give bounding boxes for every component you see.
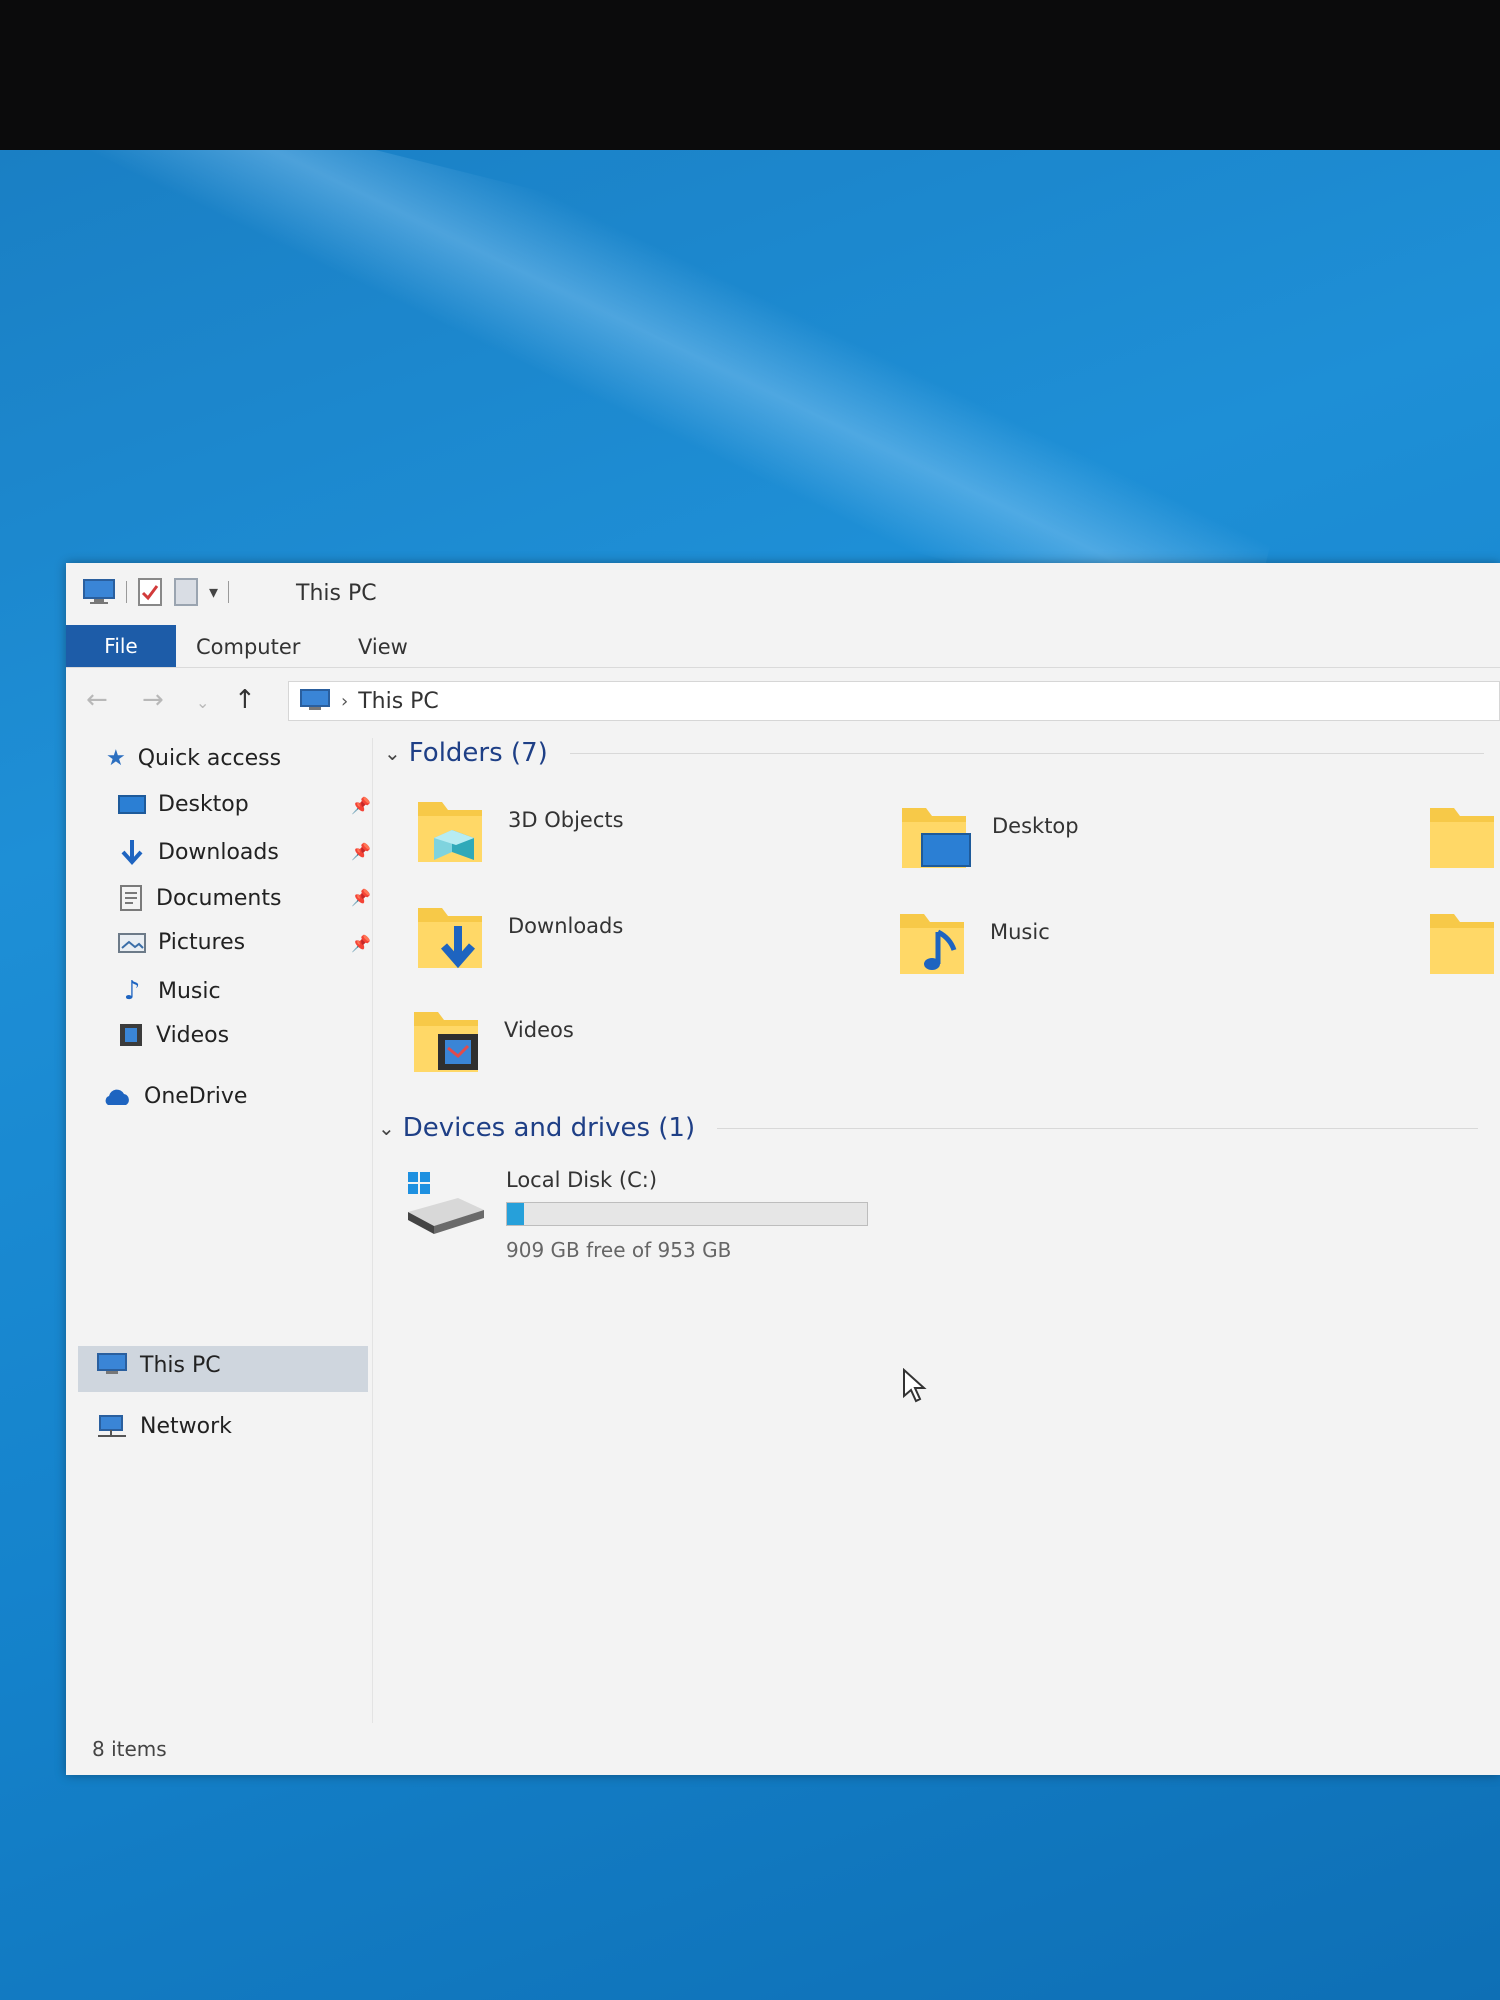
videos-folder-icon — [414, 1012, 478, 1072]
drive-free-space: 909 GB free of 953 GB — [506, 1238, 732, 1262]
group-divider — [569, 752, 1484, 754]
drive-tile-c[interactable]: Local Disk (C:) 909 GB free of 953 GB — [404, 1168, 868, 1262]
sidebar-item-label: OneDrive — [144, 1084, 248, 1109]
new-folder-icon[interactable] — [173, 577, 199, 607]
navigation-bar: ← → ⌄ ↑ › This PC — [66, 677, 1500, 725]
sidebar-item-label: Network — [140, 1413, 232, 1439]
sidebar-item-label: Quick access — [137, 746, 282, 771]
group-title: Devices and drives (1) — [402, 1113, 696, 1143]
sidebar-item-label: Documents — [156, 885, 282, 911]
folder-label: Music — [990, 920, 1050, 944]
drive-usage-fill — [507, 1203, 524, 1225]
sidebar-item-videos[interactable]: Videos — [118, 1022, 229, 1048]
drive-usage-bar — [506, 1202, 868, 1226]
group-title: Folders (7) — [408, 738, 548, 768]
this-pc-icon — [83, 579, 115, 604]
devices-group-header[interactable]: ⌄ Devices and drives (1) — [378, 1113, 1478, 1143]
forward-arrow-icon[interactable]: → — [142, 685, 164, 715]
folder-tile[interactable]: Music — [894, 902, 1050, 982]
cloud-icon — [105, 1089, 129, 1105]
folder-tile[interactable]: Downloads — [412, 896, 623, 976]
drive-info: Local Disk (C:) 909 GB free of 953 GB — [506, 1168, 868, 1262]
documents-icon — [120, 885, 142, 911]
chevron-down-icon: ⌄ — [378, 1116, 395, 1140]
desktop-folder-icon — [902, 808, 971, 868]
sidebar-item-documents[interactable]: Documents — [118, 884, 281, 912]
sidebar-item-label: Downloads — [158, 839, 279, 865]
address-bar[interactable]: › This PC — [288, 681, 1500, 721]
mouse-cursor-icon — [903, 1368, 927, 1403]
properties-icon[interactable] — [137, 577, 163, 607]
sidebar-item-network[interactable]: Network — [96, 1412, 232, 1440]
sidebar-item-label: Pictures — [158, 930, 246, 955]
folder-tile[interactable] — [1424, 902, 1500, 982]
music-folder-icon — [900, 914, 964, 974]
downloads-folder-icon — [418, 908, 482, 969]
this-pc-icon — [300, 689, 330, 710]
tab-file[interactable]: File — [66, 625, 176, 667]
content-pane: ⌄ Folders (7) 3D Objects Desktop Downloa… — [378, 738, 1500, 1725]
file-explorer-window: ▾ This PC File Computer View ← → ⌄ ↑ › T… — [66, 563, 1500, 1775]
network-icon — [98, 1415, 126, 1437]
sidebar-item-label: Music — [158, 978, 221, 1004]
toolbar-separator — [228, 581, 230, 603]
sidebar-item-quick-access[interactable]: ★ Quick access — [106, 746, 281, 771]
quick-access-toolbar: ▾ — [82, 577, 230, 607]
tab-view[interactable]: View — [358, 635, 408, 659]
pin-icon[interactable]: 📌 — [351, 888, 371, 907]
title-bar: ▾ This PC — [66, 563, 1500, 621]
customize-toolbar-icon[interactable]: ▾ — [209, 582, 218, 603]
folder-label: 3D Objects — [508, 808, 624, 832]
folders-group-header[interactable]: ⌄ Folders (7) — [384, 738, 1484, 768]
music-note-icon: ♪ — [123, 976, 141, 1006]
group-divider — [717, 1127, 1478, 1129]
status-bar-item-count: 8 items — [92, 1737, 167, 1761]
folder-label: Videos — [504, 1018, 574, 1042]
sidebar-item-desktop[interactable]: Desktop — [118, 792, 249, 817]
sidebar-item-downloads[interactable]: Downloads — [118, 838, 279, 866]
pictures-folder-icon — [1430, 914, 1494, 974]
recent-locations-icon[interactable]: ⌄ — [196, 693, 209, 712]
window-title: This PC — [296, 581, 377, 606]
sidebar-item-music[interactable]: ♪ Music — [118, 976, 221, 1006]
toolbar-separator — [126, 581, 127, 603]
sidebar-item-onedrive[interactable]: OneDrive — [100, 1084, 247, 1109]
back-arrow-icon[interactable]: ← — [86, 685, 108, 715]
folder-label: Desktop — [992, 814, 1079, 838]
navigation-pane: ★ Quick access Desktop 📌 Downloads 📌 Doc… — [66, 738, 371, 1725]
folder-tile[interactable] — [1424, 796, 1500, 876]
pin-icon[interactable]: 📌 — [351, 934, 371, 953]
up-arrow-icon[interactable]: ↑ — [234, 685, 256, 715]
pictures-icon — [118, 932, 146, 953]
this-pc-icon — [97, 1353, 127, 1374]
download-arrow-icon — [121, 840, 143, 865]
desktop-icon — [118, 794, 146, 814]
documents-folder-icon — [1430, 808, 1494, 868]
folder-tile[interactable]: 3D Objects — [412, 790, 624, 870]
folder-tile[interactable]: Desktop — [896, 796, 1079, 876]
sidebar-item-label: This PC — [140, 1352, 221, 1378]
drive-name: Local Disk (C:) — [506, 1168, 658, 1192]
tab-computer[interactable]: Computer — [196, 635, 300, 659]
pin-icon[interactable]: 📌 — [351, 796, 371, 815]
folder-label: Downloads — [508, 914, 624, 938]
pin-icon[interactable]: 📌 — [351, 842, 371, 861]
3d-objects-folder-icon — [418, 802, 482, 862]
breadcrumb-chevron-icon[interactable]: › — [341, 691, 348, 712]
chevron-down-icon: ⌄ — [384, 741, 401, 765]
local-disk-icon — [408, 1172, 484, 1234]
sidebar-item-label: Videos — [156, 1022, 230, 1048]
pane-divider — [372, 738, 373, 1723]
sidebar-item-this-pc[interactable]: This PC — [96, 1352, 221, 1378]
sidebar-item-pictures[interactable]: Pictures — [118, 930, 245, 955]
star-icon: ★ — [106, 746, 126, 771]
ribbon-tabs: File Computer View — [66, 625, 1500, 668]
folder-tile[interactable]: Videos — [408, 1000, 574, 1080]
breadcrumb-this-pc[interactable]: This PC — [358, 689, 439, 714]
videos-icon — [120, 1024, 142, 1046]
sidebar-item-label: Desktop — [158, 792, 249, 817]
